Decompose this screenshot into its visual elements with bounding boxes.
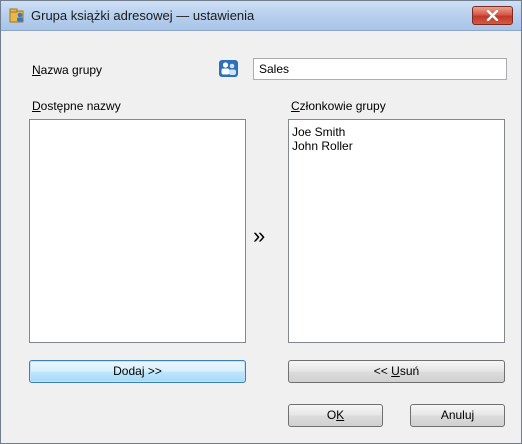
list-item[interactable]: Joe Smith	[289, 125, 504, 139]
close-icon	[486, 10, 499, 21]
group-users-icon	[219, 60, 238, 77]
close-button[interactable]	[472, 6, 513, 25]
ok-button[interactable]: OK	[288, 404, 383, 427]
remove-button[interactable]: << Usuń	[288, 360, 505, 383]
title-bar[interactable]: Grupa książki adresowej — ustawienia	[1, 1, 521, 31]
available-names-list[interactable]	[29, 119, 246, 343]
list-item[interactable]: John Roller	[289, 139, 504, 153]
group-members-label: Członkowie grupy	[291, 99, 386, 113]
group-name-input[interactable]: Sales	[253, 58, 507, 80]
group-name-label: Nazwa grupy	[32, 63, 103, 77]
available-names-label: Dostępne nazwy	[32, 99, 121, 113]
window-title: Grupa książki adresowej — ustawienia	[31, 8, 255, 23]
add-button[interactable]: Dodaj >>	[29, 360, 246, 383]
address-book-icon	[9, 8, 24, 23]
transfer-arrows-icon: »	[253, 223, 266, 248]
address-book-group-dialog: Grupa książki adresowej — ustawienia Naz…	[0, 0, 522, 444]
group-members-list[interactable]: Joe Smith John Roller	[288, 119, 505, 343]
cancel-button[interactable]: Anuluj	[410, 404, 505, 427]
